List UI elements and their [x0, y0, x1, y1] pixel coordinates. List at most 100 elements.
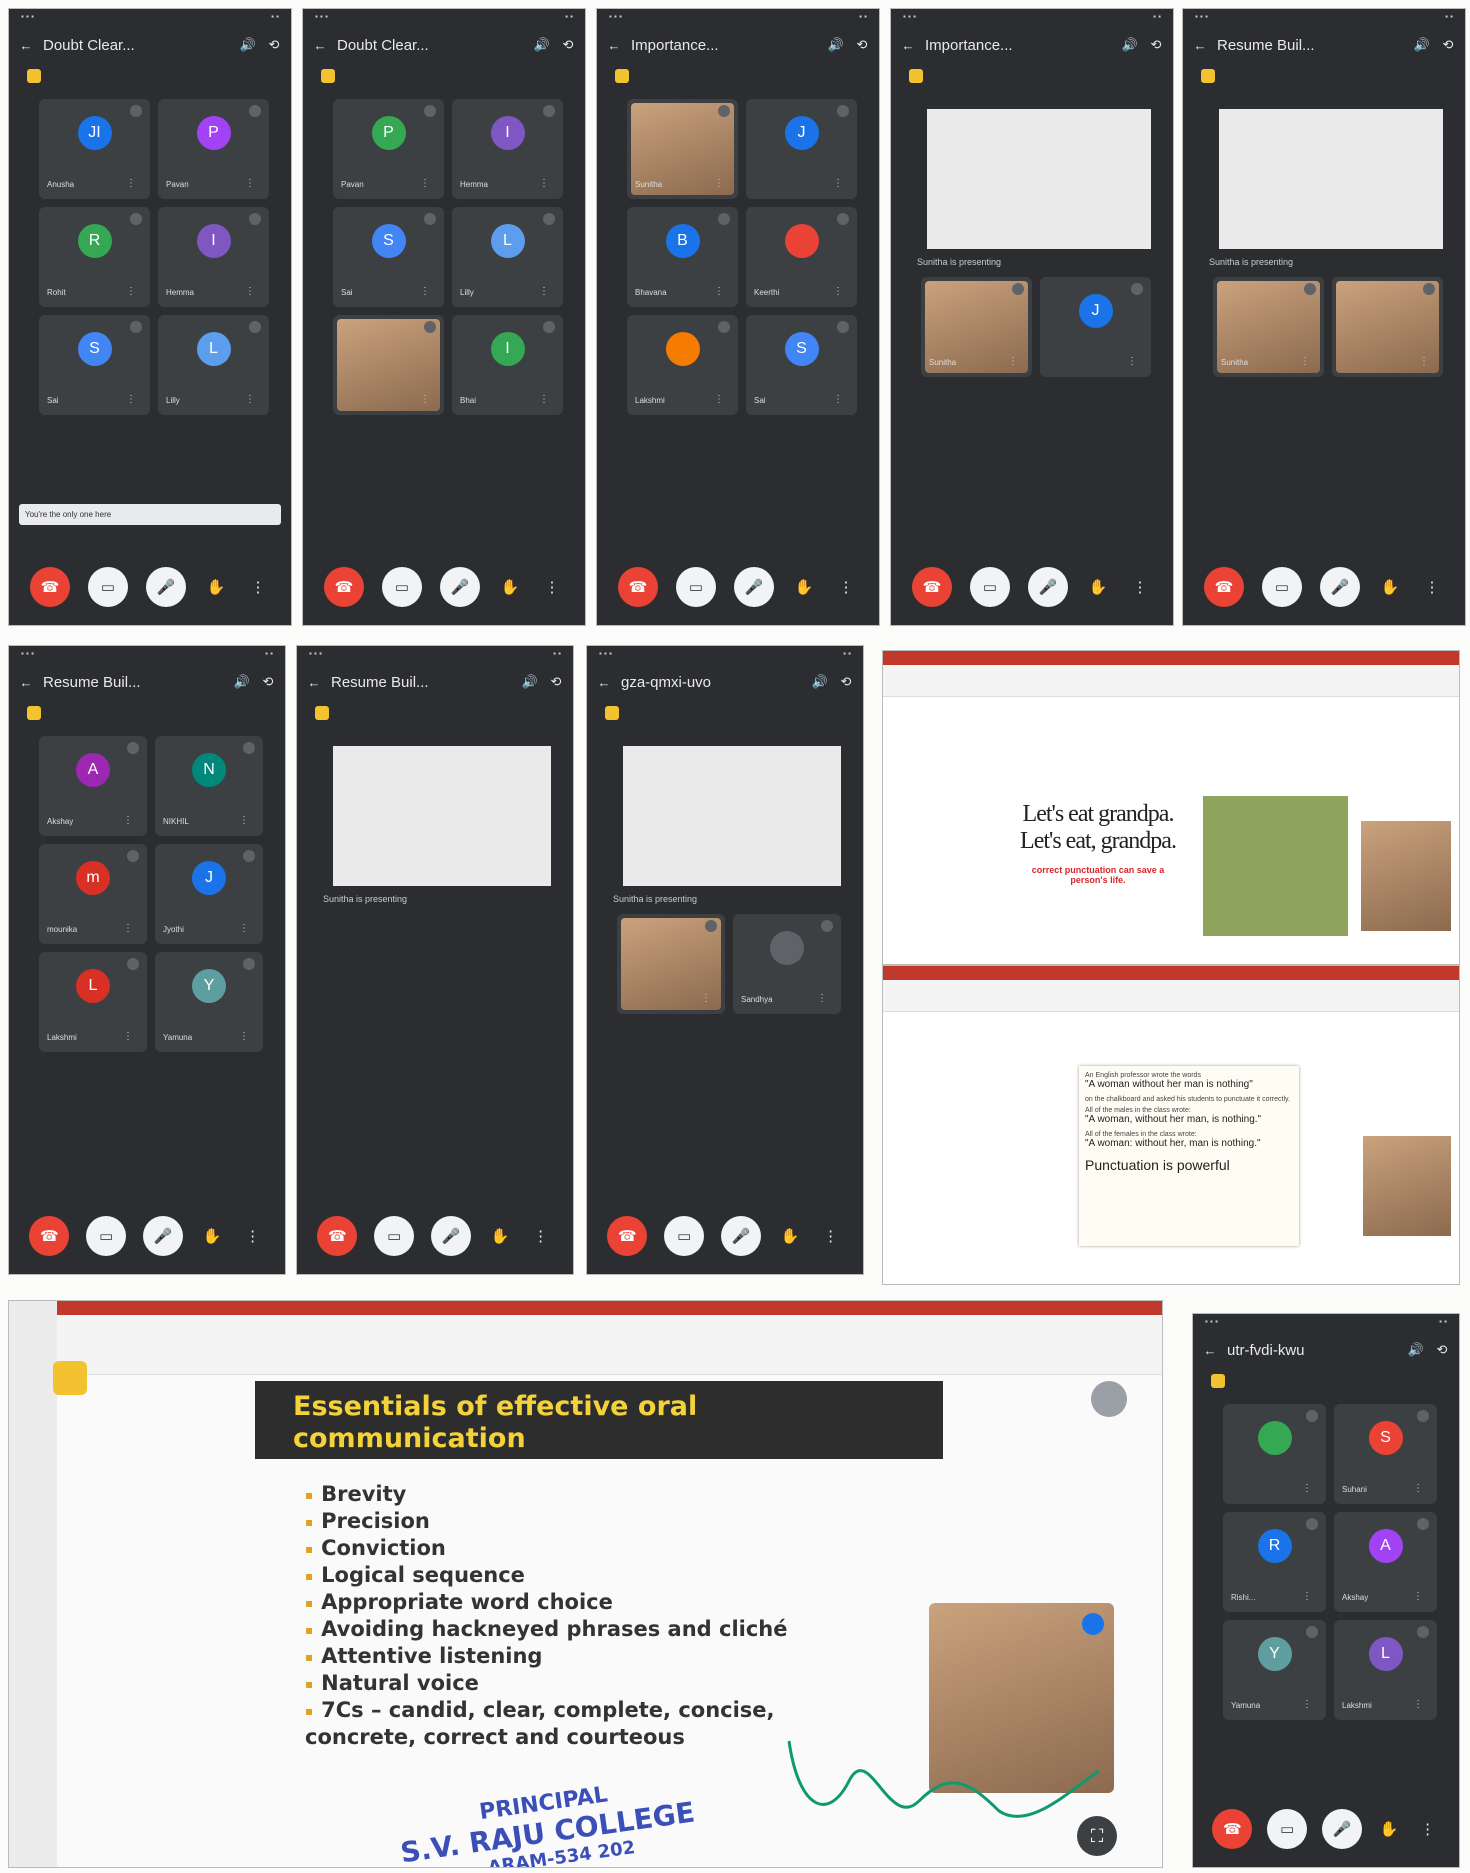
- end-call-button[interactable]: ☎: [29, 1216, 70, 1256]
- participant-tile[interactable]: ⋮: [617, 914, 725, 1014]
- raise-hand-button[interactable]: ✋: [200, 1216, 224, 1256]
- participant-tile[interactable]: Keerthi ⋮: [746, 207, 857, 307]
- meeting-title[interactable]: Doubt Clear...: [337, 37, 525, 54]
- participant-tile[interactable]: P Pavan ⋮: [333, 99, 444, 199]
- camera-toggle-button[interactable]: ▭: [970, 567, 1010, 607]
- raise-hand-button[interactable]: ✋: [1086, 567, 1110, 607]
- mic-toggle-button[interactable]: 🎤: [734, 567, 774, 607]
- back-arrow-icon[interactable]: ←: [1201, 1343, 1219, 1358]
- more-options-icon[interactable]: ⋮: [420, 178, 430, 189]
- more-options-icon[interactable]: ⋮: [1127, 356, 1137, 367]
- close-presentation-icon[interactable]: [1091, 1381, 1127, 1417]
- more-options-icon[interactable]: ⋮: [1300, 356, 1310, 367]
- more-options-icon[interactable]: ⋮: [833, 178, 843, 189]
- participant-tile[interactable]: L Lilly ⋮: [452, 207, 563, 307]
- participant-tile[interactable]: I Hemma ⋮: [158, 207, 269, 307]
- camera-toggle-button[interactable]: ▭: [664, 1216, 705, 1256]
- end-call-button[interactable]: ☎: [324, 567, 364, 607]
- speaker-icon[interactable]: 🔊: [811, 674, 829, 690]
- speaker-icon[interactable]: 🔊: [1407, 1342, 1425, 1358]
- more-options-icon[interactable]: ⋮: [245, 178, 255, 189]
- back-arrow-icon[interactable]: ←: [311, 38, 329, 53]
- camera-toggle-button[interactable]: ▭: [1267, 1809, 1308, 1849]
- meeting-title[interactable]: Resume Buil...: [43, 674, 225, 691]
- participant-tile[interactable]: A Akshay ⋮: [39, 736, 147, 836]
- raise-hand-button[interactable]: ✋: [204, 567, 228, 607]
- mic-toggle-button[interactable]: 🎤: [146, 567, 186, 607]
- participant-tile[interactable]: Lakshmi ⋮: [627, 315, 738, 415]
- more-options-icon[interactable]: ⋮: [126, 286, 136, 297]
- more-options-icon[interactable]: ⋮: [420, 286, 430, 297]
- participant-tile[interactable]: S Sai ⋮: [333, 207, 444, 307]
- meeting-title[interactable]: gza-qmxi-uvo: [621, 674, 803, 691]
- shared-screen[interactable]: [927, 109, 1151, 249]
- more-options-icon[interactable]: ⋮: [1302, 1699, 1312, 1710]
- shared-screen[interactable]: [1219, 109, 1443, 249]
- more-options-icon[interactable]: ⋮: [1419, 356, 1429, 367]
- end-call-button[interactable]: ☎: [607, 1216, 648, 1256]
- more-options-icon[interactable]: ⋮: [239, 923, 249, 934]
- mic-toggle-button[interactable]: 🎤: [720, 1216, 761, 1256]
- raise-hand-button[interactable]: ✋: [488, 1216, 512, 1256]
- end-call-button[interactable]: ☎: [618, 567, 658, 607]
- back-arrow-icon[interactable]: ←: [305, 675, 323, 690]
- end-call-button[interactable]: ☎: [30, 567, 70, 607]
- more-options-icon[interactable]: ⋮: [714, 394, 724, 405]
- more-options-icon[interactable]: ⋮: [1302, 1591, 1312, 1602]
- mic-toggle-button[interactable]: 🎤: [142, 1216, 183, 1256]
- more-button[interactable]: ⋮: [1420, 567, 1444, 607]
- participant-tile[interactable]: S Sai ⋮: [746, 315, 857, 415]
- participant-tile[interactable]: P Pavan ⋮: [158, 99, 269, 199]
- more-button[interactable]: ⋮: [1416, 1809, 1440, 1849]
- participant-tile[interactable]: L Lilly ⋮: [158, 315, 269, 415]
- more-button[interactable]: ⋮: [540, 567, 564, 607]
- more-options-icon[interactable]: ⋮: [123, 815, 133, 826]
- meeting-title[interactable]: Importance...: [631, 37, 819, 54]
- more-options-icon[interactable]: ⋮: [239, 815, 249, 826]
- more-options-icon[interactable]: ⋮: [539, 286, 549, 297]
- more-options-icon[interactable]: ⋮: [714, 286, 724, 297]
- more-options-icon[interactable]: ⋮: [1413, 1591, 1423, 1602]
- camera-toggle-button[interactable]: ▭: [88, 567, 128, 607]
- meeting-title[interactable]: utr-fvdi-kwu: [1227, 1342, 1399, 1359]
- back-arrow-icon[interactable]: ←: [595, 675, 613, 690]
- meeting-title[interactable]: Doubt Clear...: [43, 37, 231, 54]
- participant-tile[interactable]: Sunitha ⋮: [921, 277, 1032, 377]
- back-arrow-icon[interactable]: ←: [605, 38, 623, 53]
- mic-toggle-button[interactable]: 🎤: [430, 1216, 471, 1256]
- more-options-icon[interactable]: ⋮: [833, 394, 843, 405]
- participant-tile[interactable]: J ⋮: [1040, 277, 1151, 377]
- participant-tile[interactable]: J Jyothi ⋮: [155, 844, 263, 944]
- participant-tile[interactable]: L Lakshmi ⋮: [39, 952, 147, 1052]
- participant-tile[interactable]: Y Yamuna ⋮: [155, 952, 263, 1052]
- more-options-icon[interactable]: ⋮: [126, 178, 136, 189]
- participant-tile[interactable]: Sandhya ⋮: [733, 914, 841, 1014]
- back-arrow-icon[interactable]: ←: [1191, 38, 1209, 53]
- meeting-title[interactable]: Importance...: [925, 37, 1113, 54]
- camera-toggle-button[interactable]: ▭: [382, 567, 422, 607]
- shared-screen[interactable]: [333, 746, 551, 886]
- raise-hand-button[interactable]: ✋: [792, 567, 816, 607]
- more-options-icon[interactable]: ⋮: [817, 993, 827, 1004]
- raise-hand-button[interactable]: ✋: [1377, 1809, 1401, 1849]
- participant-tile[interactable]: B Bhavana ⋮: [627, 207, 738, 307]
- participant-tile[interactable]: Sunitha ⋮: [627, 99, 738, 199]
- more-options-icon[interactable]: ⋮: [1413, 1483, 1423, 1494]
- more-options-icon[interactable]: ⋮: [420, 394, 430, 405]
- participant-tile[interactable]: I Bhai ⋮: [452, 315, 563, 415]
- more-options-icon[interactable]: ⋮: [126, 394, 136, 405]
- more-options-icon[interactable]: ⋮: [701, 993, 711, 1004]
- meeting-title[interactable]: Resume Buil...: [331, 674, 513, 691]
- switch-camera-icon[interactable]: ⟲: [547, 674, 565, 690]
- participant-tile[interactable]: ⋮: [333, 315, 444, 415]
- more-options-icon[interactable]: ⋮: [1008, 356, 1018, 367]
- more-options-icon[interactable]: ⋮: [1302, 1483, 1312, 1494]
- switch-camera-icon[interactable]: ⟲: [853, 37, 871, 53]
- raise-hand-button[interactable]: ✋: [498, 567, 522, 607]
- participant-tile[interactable]: ⋮: [1223, 1404, 1326, 1504]
- mic-toggle-button[interactable]: 🎤: [1028, 567, 1068, 607]
- switch-camera-icon[interactable]: ⟲: [1433, 1342, 1451, 1358]
- participant-tile[interactable]: ⋮: [1332, 277, 1443, 377]
- speaker-icon[interactable]: 🔊: [533, 37, 551, 53]
- speaker-icon[interactable]: 🔊: [233, 674, 251, 690]
